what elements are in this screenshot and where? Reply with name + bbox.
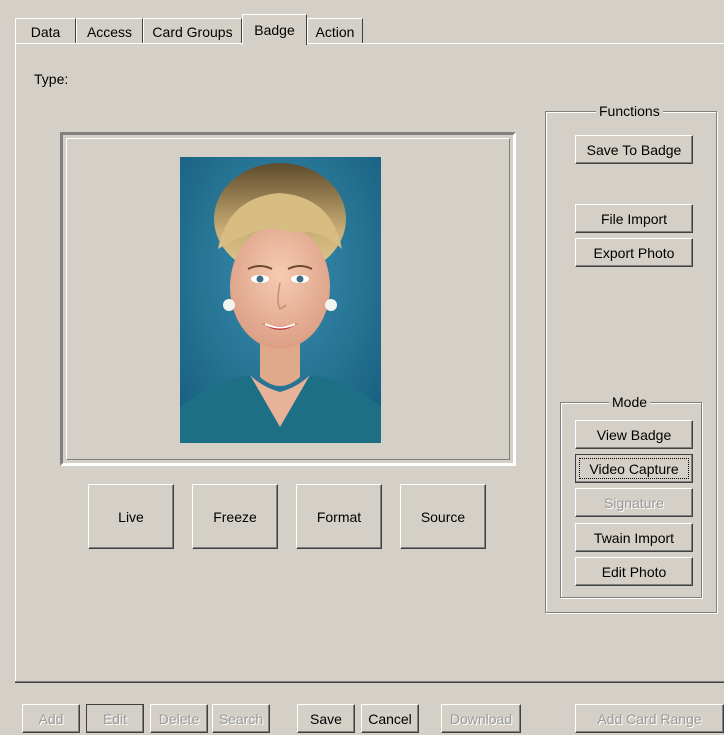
- format-button-label: Format: [316, 508, 362, 525]
- source-button[interactable]: Source: [400, 484, 486, 549]
- signature-label: Signature: [604, 494, 664, 511]
- file-import-button[interactable]: File Import: [575, 204, 693, 233]
- portrait-photo: [180, 157, 381, 443]
- add-card-range-label: Add Card Range: [597, 710, 702, 727]
- functions-group-title: Functions: [596, 103, 663, 119]
- edit-photo-button[interactable]: Edit Photo: [575, 557, 693, 586]
- photo-frame: [60, 132, 516, 466]
- edit-button[interactable]: Edit: [86, 704, 144, 733]
- signature-button[interactable]: Signature: [575, 488, 693, 517]
- tab-card-groups[interactable]: Card Groups: [143, 18, 242, 44]
- freeze-button-label: Freeze: [213, 508, 257, 525]
- source-button-label: Source: [420, 508, 466, 525]
- file-import-label: File Import: [600, 210, 668, 227]
- tab-data[interactable]: Data: [15, 18, 76, 44]
- tab-label: Access: [86, 23, 133, 40]
- tab-label: Action: [315, 23, 355, 40]
- cancel-label: Cancel: [368, 710, 412, 727]
- video-capture-button[interactable]: Video Capture: [575, 454, 693, 483]
- edit-label: Edit: [102, 710, 128, 727]
- tab-panel-border-bottom: [15, 682, 724, 683]
- tab-action[interactable]: Action: [307, 18, 363, 44]
- save-button[interactable]: Save: [297, 704, 355, 733]
- save-to-badge-button[interactable]: Save To Badge: [575, 135, 693, 164]
- export-photo-button[interactable]: Export Photo: [575, 238, 693, 267]
- tab-label: Card Groups: [152, 23, 233, 40]
- save-to-badge-label: Save To Badge: [586, 141, 682, 158]
- twain-import-label: Twain Import: [593, 529, 675, 546]
- search-button[interactable]: Search: [212, 704, 270, 733]
- format-button[interactable]: Format: [296, 484, 382, 549]
- tab-panel-border-top: [15, 43, 724, 44]
- add-button[interactable]: Add: [22, 704, 80, 733]
- view-badge-button[interactable]: View Badge: [575, 420, 693, 449]
- mode-group-title: Mode: [609, 394, 651, 410]
- tab-label: Badge: [254, 22, 295, 38]
- twain-import-button[interactable]: Twain Import: [575, 523, 693, 552]
- type-label: Type:: [34, 71, 69, 87]
- cancel-button[interactable]: Cancel: [361, 704, 419, 733]
- save-label: Save: [310, 710, 342, 727]
- edit-photo-label: Edit Photo: [601, 563, 667, 580]
- freeze-button[interactable]: Freeze: [192, 484, 278, 549]
- view-badge-label: View Badge: [596, 426, 672, 443]
- export-photo-label: Export Photo: [593, 244, 675, 261]
- tab-panel-border-left: [15, 43, 16, 683]
- video-capture-label: Video Capture: [589, 460, 679, 477]
- download-label: Download: [449, 710, 513, 727]
- delete-label: Delete: [158, 710, 200, 727]
- tab-label: Data: [30, 23, 61, 40]
- add-card-range-button[interactable]: Add Card Range: [575, 704, 724, 733]
- live-button-label: Live: [118, 508, 144, 525]
- download-button[interactable]: Download: [441, 704, 521, 733]
- search-label: Search: [218, 710, 264, 727]
- delete-button[interactable]: Delete: [150, 704, 208, 733]
- tab-access[interactable]: Access: [76, 18, 143, 44]
- live-button[interactable]: Live: [88, 484, 174, 549]
- add-label: Add: [38, 710, 64, 727]
- tab-badge[interactable]: Badge: [242, 14, 307, 45]
